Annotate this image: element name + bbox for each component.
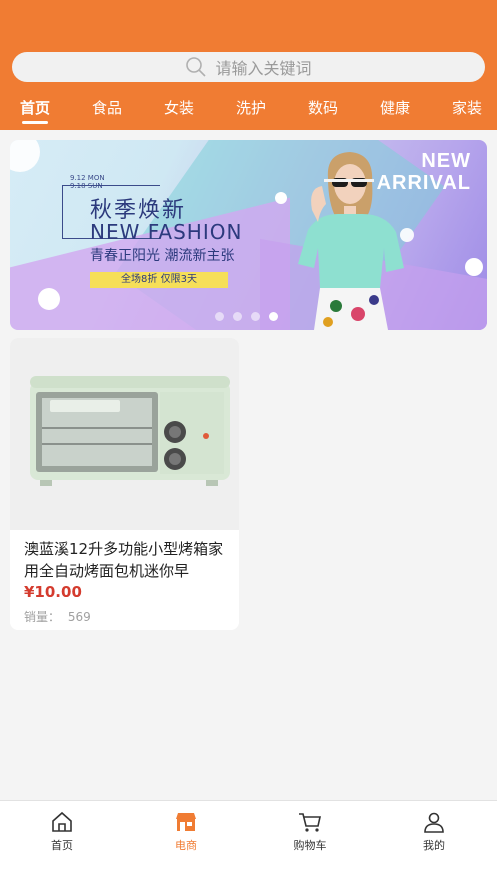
sales-label: 销量： xyxy=(24,610,61,624)
bottom-tab-bar: 首页 电商 购物车 我的 xyxy=(0,800,497,883)
banner-subtitle: NEW FASHION xyxy=(90,220,243,244)
tabbar-label: 电商 xyxy=(175,839,197,852)
product-image xyxy=(10,338,239,530)
tab-food[interactable]: 食品 xyxy=(92,96,122,126)
toaster-oven-image xyxy=(30,376,230,486)
pager-dot-active[interactable] xyxy=(269,312,278,321)
product-sales: 销量： 569 xyxy=(24,608,91,625)
sales-value: 569 xyxy=(67,610,91,624)
banner-date: 9.12 MON 9.18 SUN xyxy=(70,174,105,190)
promo-banner[interactable]: 9.12 MON 9.18 SUN 秋季焕新 NEW FASHION 青春正阳光… xyxy=(10,140,487,330)
pager-dot[interactable] xyxy=(215,312,224,321)
search-placeholder: 请输入关键词 xyxy=(215,59,312,78)
fashion-model-image xyxy=(298,152,404,330)
banner-decor-circle xyxy=(465,258,483,276)
tabbar-label: 我的 xyxy=(423,839,445,852)
tabbar-label: 首页 xyxy=(51,839,73,852)
tabbar-profile[interactable]: 我的 xyxy=(394,811,474,853)
banner-pagination xyxy=(215,312,278,321)
product-title: 澳蓝溪12升多功能小型烤箱家用全自动烤面包机迷你早 xyxy=(24,540,224,580)
pager-dot[interactable] xyxy=(251,312,260,321)
category-tabs: 首页 食品 女装 洗护 数码 健康 家装 xyxy=(0,96,497,128)
tab-home-decor[interactable]: 家装 xyxy=(452,96,482,126)
cart-icon xyxy=(299,813,321,832)
tabbar-home[interactable]: 首页 xyxy=(22,811,102,853)
user-icon xyxy=(424,812,444,833)
tabbar-label: 购物车 xyxy=(293,839,327,852)
search-icon xyxy=(186,57,207,77)
banner-decor-circle xyxy=(38,288,60,310)
tab-home[interactable]: 首页 xyxy=(20,96,50,126)
tab-health[interactable]: 健康 xyxy=(380,96,410,126)
shop-icon xyxy=(176,813,196,831)
banner-decor-circle xyxy=(10,140,40,172)
banner-promo: 全场8折 仅限3天 xyxy=(90,272,228,288)
product-card[interactable]: 澳蓝溪12升多功能小型烤箱家用全自动烤面包机迷你早 ¥10.00 销量： 569 xyxy=(10,338,239,630)
search-bar[interactable]: 请输入关键词 xyxy=(12,52,485,82)
tab-personal-care[interactable]: 洗护 xyxy=(236,96,266,126)
banner-decor-circle xyxy=(275,192,287,204)
app-header: 请输入关键词 首页 食品 女装 洗护 数码 健康 家装 xyxy=(0,0,497,130)
tabbar-cart[interactable]: 购物车 xyxy=(270,811,350,853)
tabbar-shop[interactable]: 电商 xyxy=(146,811,226,853)
tab-digital[interactable]: 数码 xyxy=(308,96,338,126)
home-icon xyxy=(52,811,72,832)
banner-slogan: 青春正阳光 潮流新主张 xyxy=(90,248,235,264)
tab-womens-wear[interactable]: 女装 xyxy=(164,96,194,126)
product-price: ¥10.00 xyxy=(24,583,82,601)
pager-dot[interactable] xyxy=(233,312,242,321)
